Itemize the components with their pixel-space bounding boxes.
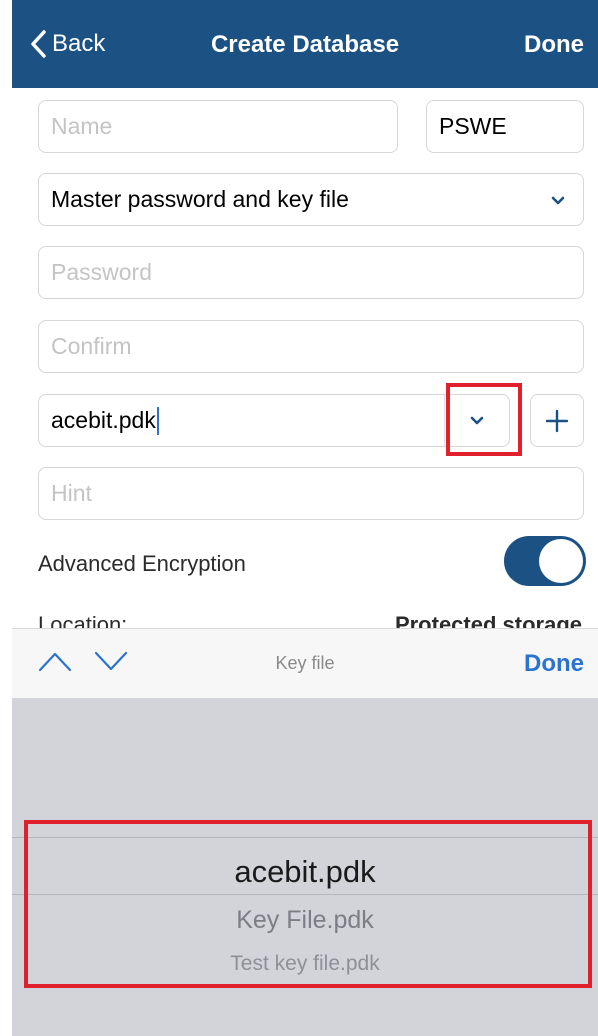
confirm-placeholder: Confirm — [51, 333, 132, 359]
security-mode-select[interactable]: Master password and key file — [38, 173, 584, 226]
input-accessory-bar: Key file Done — [12, 628, 598, 699]
chevron-down-icon — [551, 196, 565, 205]
key-file-dropdown-button[interactable] — [444, 395, 509, 446]
text-cursor — [156, 406, 159, 435]
picker-selection-line-top — [12, 837, 598, 838]
picker-option[interactable]: Key File.pdk — [12, 906, 598, 935]
location-value[interactable]: Protected storage — [395, 612, 582, 628]
hint-field[interactable]: Hint — [38, 467, 584, 520]
key-file-picker[interactable]: acebit.pdk Key File.pdk Test key file.pd… — [12, 698, 598, 1036]
create-database-form: Name PSWE Master password and key file P… — [12, 88, 598, 628]
screen-left-border — [0, 0, 12, 1036]
location-label: Location: — [38, 612, 128, 628]
security-mode-value: Master password and key file — [51, 186, 349, 212]
extension-field[interactable]: PSWE — [426, 100, 584, 153]
toggle-knob — [539, 539, 583, 583]
accessory-title: Key file — [275, 653, 335, 673]
extension-value: PSWE — [439, 113, 507, 139]
done-button[interactable]: Done — [524, 31, 584, 59]
key-file-field[interactable]: acebit.pdk — [38, 394, 510, 447]
name-placeholder: Name — [51, 113, 113, 139]
navigation-bar: Back Create Database Done — [12, 0, 598, 88]
key-file-value: acebit.pdk — [51, 407, 156, 433]
chevron-down-icon — [470, 416, 484, 424]
picker-option[interactable]: Test key file.pdk — [12, 952, 598, 976]
plus-icon — [545, 409, 569, 432]
picker-selection-line-bottom — [12, 894, 598, 895]
add-key-file-button[interactable] — [530, 394, 584, 447]
advanced-encryption-toggle[interactable] — [504, 536, 586, 586]
password-field[interactable]: Password — [38, 246, 584, 299]
accessory-done-button[interactable]: Done — [524, 650, 584, 678]
hint-placeholder: Hint — [51, 480, 92, 506]
advanced-encryption-label: Advanced Encryption — [38, 551, 246, 576]
confirm-field[interactable]: Confirm — [38, 320, 584, 373]
name-field[interactable]: Name — [38, 100, 398, 153]
picker-option-selected[interactable]: acebit.pdk — [12, 854, 598, 890]
page-title: Create Database — [210, 31, 400, 58]
password-placeholder: Password — [51, 259, 152, 285]
